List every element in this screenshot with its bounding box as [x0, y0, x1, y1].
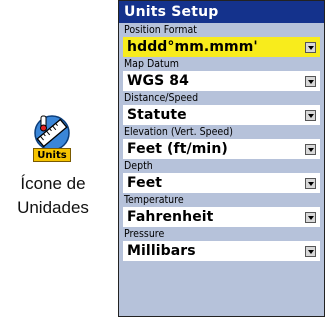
dropdown-arrow-icon[interactable]	[305, 143, 316, 155]
field-label: Position Format	[124, 24, 197, 36]
field-label: Distance/Speed	[124, 92, 199, 104]
field-pressure: Pressure Millibars	[119, 227, 324, 261]
field-label: Temperature	[124, 194, 184, 206]
temperature-dropdown[interactable]: Fahrenheit	[123, 207, 320, 227]
field-value: Fahrenheit	[127, 209, 214, 225]
position-format-dropdown[interactable]: hddd°mm.mmm'	[123, 37, 320, 57]
dropdown-arrow-icon[interactable]	[305, 75, 316, 87]
pressure-dropdown[interactable]: Millibars	[123, 241, 320, 261]
field-map-datum: Map Datum WGS 84	[119, 57, 324, 91]
field-value: WGS 84	[127, 73, 189, 89]
field-value: Millibars	[127, 243, 196, 259]
field-depth: Depth Feet	[119, 159, 324, 193]
field-label: Map Datum	[124, 58, 179, 70]
distance-speed-dropdown[interactable]: Statute	[123, 105, 320, 125]
field-elevation: Elevation (Vert. Speed) Feet (ft/min)	[119, 125, 324, 159]
panel-title: Units Setup	[119, 1, 324, 23]
elevation-dropdown[interactable]: Feet (ft/min)	[123, 139, 320, 159]
field-distance-speed: Distance/Speed Statute	[119, 91, 324, 125]
field-value: hddd°mm.mmm'	[127, 39, 258, 55]
units-icon	[34, 115, 70, 151]
depth-dropdown[interactable]: Feet	[123, 173, 320, 193]
field-label: Pressure	[124, 228, 165, 240]
units-setup-panel: Units Setup Position Format hddd°mm.mmm'…	[118, 0, 325, 317]
field-value: Feet (ft/min)	[127, 141, 228, 157]
dropdown-arrow-icon[interactable]	[305, 109, 316, 121]
field-position-format: Position Format hddd°mm.mmm'	[119, 23, 324, 57]
dropdown-arrow-icon[interactable]	[305, 177, 316, 189]
field-value: Feet	[127, 175, 163, 191]
field-value: Statute	[127, 107, 187, 123]
dropdown-arrow-icon[interactable]	[305, 41, 316, 53]
dropdown-arrow-icon[interactable]	[305, 211, 316, 223]
units-icon-area: Units Ícone de Unidades	[0, 0, 110, 317]
field-temperature: Temperature Fahrenheit	[119, 193, 324, 227]
field-label: Depth	[124, 160, 153, 172]
dropdown-arrow-icon[interactable]	[305, 245, 316, 257]
field-label: Elevation (Vert. Speed)	[124, 126, 233, 138]
units-icon-badge: Units	[33, 148, 71, 162]
map-datum-dropdown[interactable]: WGS 84	[123, 71, 320, 91]
units-icon-caption: Ícone de Unidades	[17, 174, 89, 217]
